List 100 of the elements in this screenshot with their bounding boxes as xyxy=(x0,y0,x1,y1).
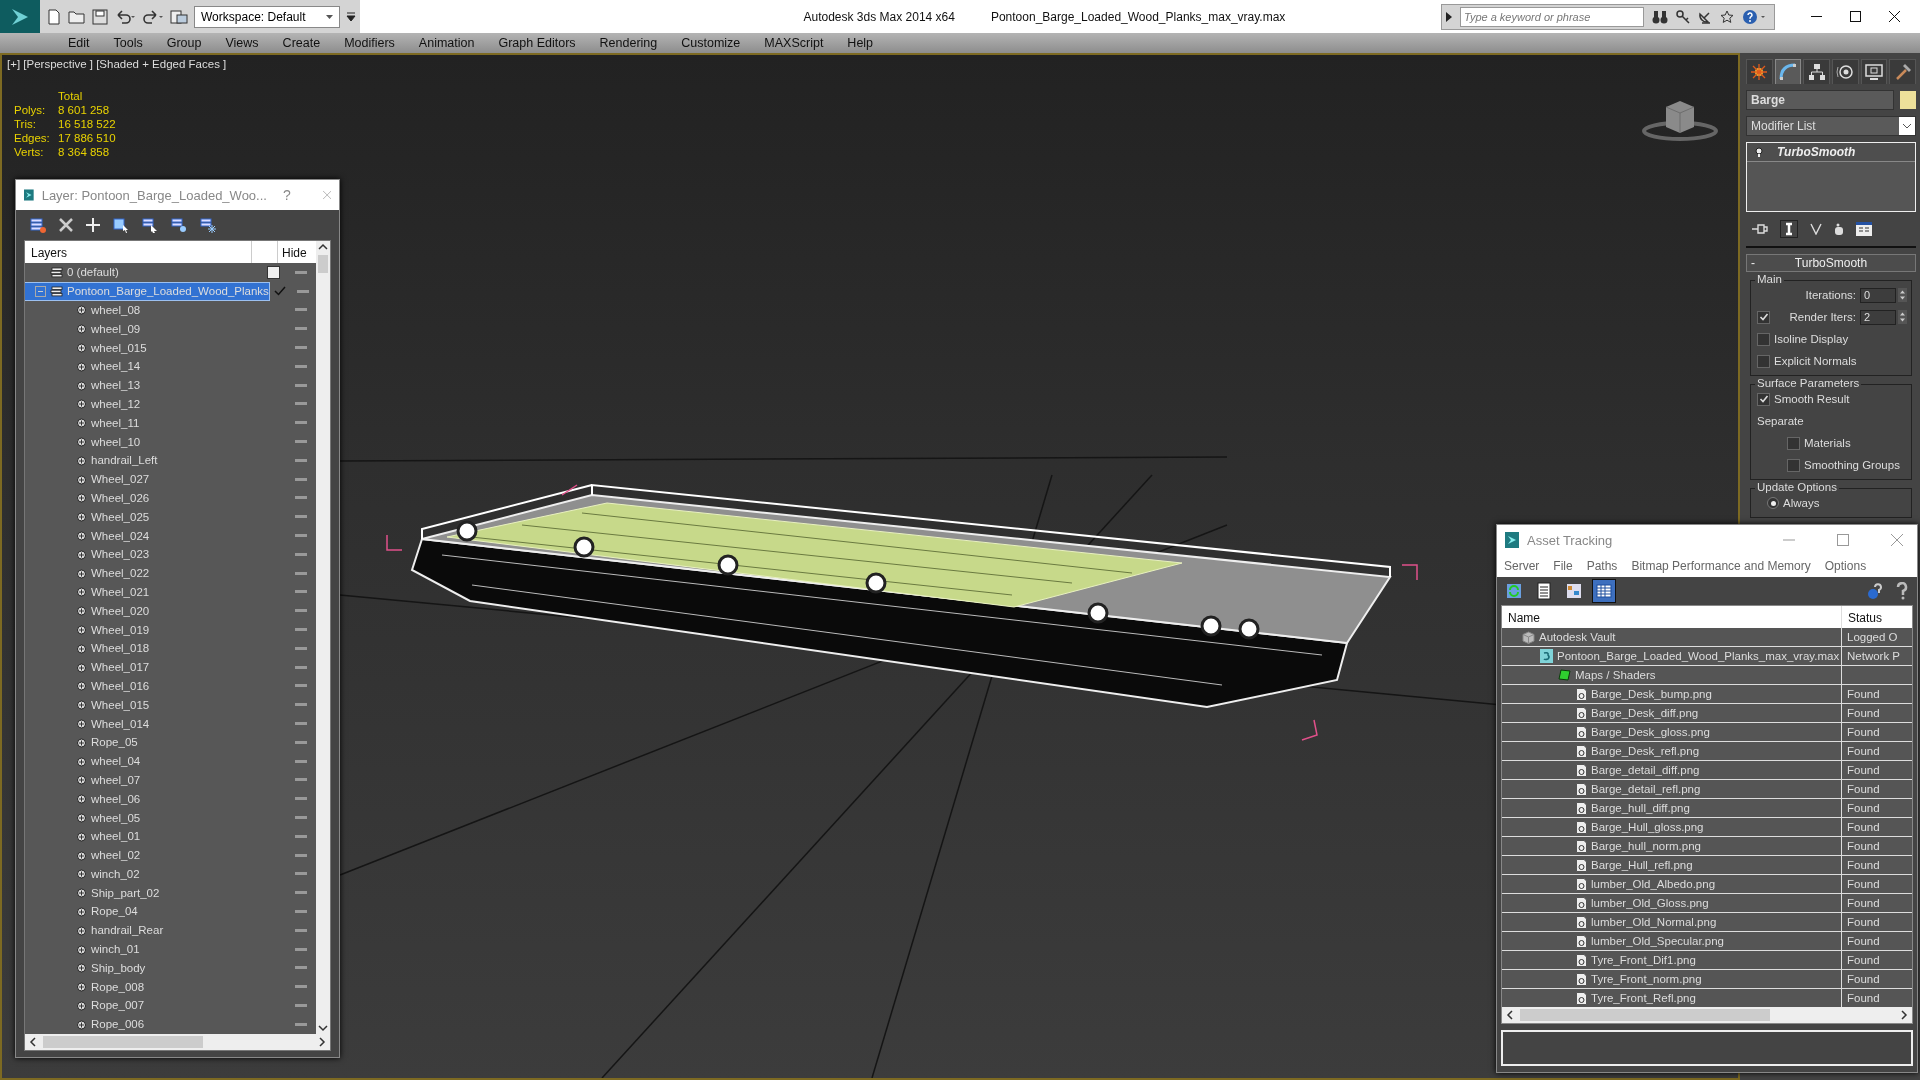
layer-row[interactable]: Wheel_017 xyxy=(25,658,260,676)
highlight-layer-icon[interactable] xyxy=(171,217,187,233)
redo-icon[interactable] xyxy=(142,8,164,25)
maximize-icon[interactable] xyxy=(1850,11,1861,22)
dash-icon[interactable] xyxy=(295,646,307,650)
dash-icon[interactable] xyxy=(295,628,307,632)
layer-row[interactable]: handrail_Rear xyxy=(25,921,260,939)
layer-row[interactable]: Wheel_014 xyxy=(25,715,260,732)
open-folder-icon[interactable] xyxy=(68,8,86,25)
layer-row[interactable]: wheel_10 xyxy=(25,433,260,451)
dash-icon[interactable] xyxy=(295,853,307,857)
dash-icon[interactable] xyxy=(295,834,307,838)
layer-row[interactable]: Wheel_016 xyxy=(25,677,260,695)
checkbox[interactable] xyxy=(1787,458,1800,472)
undo-icon[interactable] xyxy=(114,8,136,25)
key-icon[interactable] xyxy=(1676,9,1690,24)
column-header[interactable]: Name xyxy=(1502,606,1842,628)
dash-icon[interactable] xyxy=(295,872,307,876)
layer-row[interactable]: wheel_14 xyxy=(25,357,260,375)
scrollbar[interactable] xyxy=(316,241,330,1034)
rollout-header[interactable]: - TurboSmooth xyxy=(1746,254,1916,272)
dash-icon[interactable] xyxy=(295,440,307,444)
dash-icon[interactable] xyxy=(297,289,310,293)
layer-row[interactable]: Rope_04 xyxy=(25,903,260,920)
layer-row[interactable]: Wheel_023 xyxy=(25,545,260,563)
help-icon[interactable] xyxy=(1742,8,1766,25)
menu-item[interactable]: Help xyxy=(835,36,886,50)
dash-icon[interactable] xyxy=(295,571,307,575)
layer-row[interactable]: Wheel_019 xyxy=(25,621,260,639)
configure-sets-icon[interactable] xyxy=(1856,222,1872,236)
scroll-left-icon[interactable] xyxy=(1506,1010,1514,1020)
menu-item[interactable]: Bitmap Performance and Memory xyxy=(1631,559,1811,573)
layer-row[interactable]: wheel_06 xyxy=(25,790,260,808)
checkbox[interactable] xyxy=(1757,354,1770,368)
scroll-down-icon[interactable] xyxy=(316,1022,330,1034)
layer-row[interactable]: wheel_11 xyxy=(25,414,260,432)
delete-icon[interactable] xyxy=(59,218,73,232)
layer-row[interactable]: wheel_12 xyxy=(25,395,260,413)
menu-item[interactable]: Create xyxy=(270,36,333,50)
layer-row[interactable]: 0 (default) xyxy=(25,263,260,281)
dash-icon[interactable] xyxy=(295,985,307,989)
layer-row[interactable]: wheel_05 xyxy=(25,809,260,826)
dash-icon[interactable] xyxy=(295,609,307,613)
pin-icon[interactable] xyxy=(1752,223,1768,235)
menu-item[interactable]: Group xyxy=(154,36,214,50)
layer-row[interactable]: Wheel_022 xyxy=(25,564,260,582)
satellite-dish-icon[interactable] xyxy=(1698,9,1712,24)
layer-row[interactable]: Ship_part_02 xyxy=(25,884,260,902)
help-button[interactable]: ? xyxy=(282,187,291,203)
checkbox[interactable] xyxy=(1757,310,1770,324)
expand-arrow-icon[interactable] xyxy=(1446,11,1452,22)
dash-icon[interactable] xyxy=(295,496,307,500)
layer-row[interactable]: wheel_07 xyxy=(25,771,260,789)
layer-row[interactable]: wheel_015 xyxy=(25,339,260,357)
menu-item[interactable]: Views xyxy=(213,36,271,50)
collapse-icon[interactable] xyxy=(35,285,46,297)
layer-row[interactable]: Rope_05 xyxy=(25,733,260,751)
checkbox[interactable] xyxy=(1757,392,1770,406)
layer-row[interactable]: winch_02 xyxy=(25,865,260,883)
dash-icon[interactable] xyxy=(295,364,307,368)
layer-row[interactable]: Wheel_025 xyxy=(25,508,260,526)
layer-row[interactable]: Wheel_015 xyxy=(25,696,260,714)
layer-row[interactable]: handrail_Left xyxy=(25,451,260,469)
scroll-thumb[interactable] xyxy=(43,1036,203,1048)
layer-row[interactable]: winch_01 xyxy=(25,940,260,958)
menu-item[interactable]: Paths xyxy=(1586,559,1618,573)
funnel-icon[interactable] xyxy=(1810,223,1822,235)
dash-icon[interactable] xyxy=(295,270,307,274)
layer-row[interactable]: wheel_02 xyxy=(25,846,260,864)
layer-row[interactable]: wheel_08 xyxy=(25,301,260,319)
add-icon[interactable] xyxy=(86,218,100,232)
menu-item[interactable]: Graph Editors xyxy=(486,36,588,50)
layer-row[interactable]: Rope_007 xyxy=(25,996,260,1014)
dash-icon[interactable] xyxy=(295,552,307,556)
close-icon[interactable] xyxy=(1889,11,1900,22)
dash-icon[interactable] xyxy=(295,477,307,481)
show-end-result-icon[interactable] xyxy=(1780,220,1798,238)
dash-icon[interactable] xyxy=(295,740,307,744)
dash-icon[interactable] xyxy=(295,590,307,594)
dash-icon[interactable] xyxy=(295,947,307,951)
spinner-arrows-icon[interactable] xyxy=(1898,310,1907,324)
dash-icon[interactable] xyxy=(295,534,307,538)
menu-item[interactable]: Animation xyxy=(406,36,487,50)
dash-icon[interactable] xyxy=(295,515,307,519)
layer-row[interactable]: wheel_13 xyxy=(25,376,260,394)
layer-row[interactable]: Wheel_021 xyxy=(25,583,260,601)
scroll-left-icon[interactable] xyxy=(29,1037,37,1047)
new-file-icon[interactable] xyxy=(46,8,62,25)
menu-item[interactable]: Tools xyxy=(101,36,155,50)
object-color-swatch[interactable] xyxy=(1900,91,1916,109)
dropdown-arrow-icon[interactable] xyxy=(345,9,356,24)
scroll-thumb[interactable] xyxy=(318,255,328,273)
save-icon[interactable] xyxy=(92,8,108,25)
column-header[interactable]: Hide xyxy=(278,241,316,263)
dash-icon[interactable] xyxy=(295,308,307,312)
star-icon[interactable] xyxy=(1720,9,1734,24)
caret-icon[interactable] xyxy=(325,14,333,19)
modifier-item[interactable]: TurboSmooth xyxy=(1747,143,1915,162)
column-header[interactable]: Layers xyxy=(25,241,252,263)
scroll-thumb[interactable] xyxy=(1520,1009,1770,1021)
